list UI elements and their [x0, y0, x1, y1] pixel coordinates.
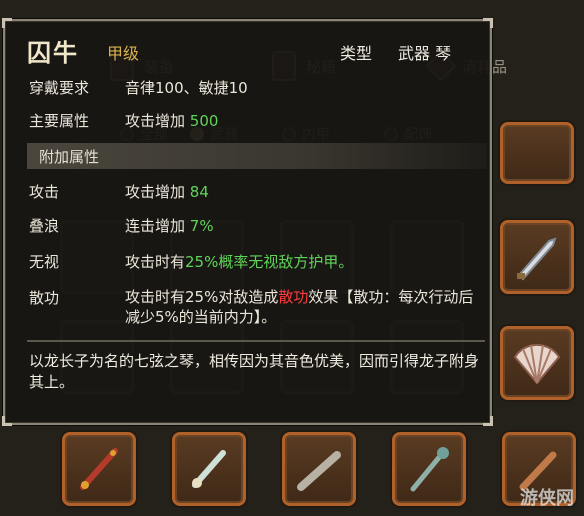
extra-attr-text: 连击增加	[125, 217, 186, 235]
sangong-label: 散功	[29, 289, 60, 307]
ignore-label: 无视	[29, 253, 60, 271]
extra-attr-header-label: 附加属性	[39, 148, 100, 166]
fan-icon	[513, 343, 561, 385]
main-attr-value: 500	[189, 112, 219, 130]
extra-attr-value: 7%	[189, 217, 214, 235]
extra-attr-value: 84	[189, 183, 209, 201]
item-slot-fan[interactable]	[500, 326, 574, 400]
corner-decoration	[2, 416, 12, 426]
requirement-label: 穿戴要求	[29, 79, 90, 97]
extra-attr: 连击增加 7%	[125, 215, 214, 236]
sangong-keyword: 散功	[278, 288, 309, 306]
item-slot-whip[interactable]	[62, 432, 136, 506]
staff-icon	[410, 447, 449, 492]
type-value: 武器 琴	[398, 44, 452, 63]
extra-attr-label: 叠浪	[29, 217, 60, 235]
extra-attr: 攻击增加 84	[125, 181, 209, 202]
extra-attr-label: 攻击	[29, 183, 60, 201]
item-slot-pipe[interactable]	[282, 432, 356, 506]
ignore-post: 概率无视敌方护甲。	[218, 253, 354, 271]
extra-attr-text: 攻击增加	[125, 183, 186, 201]
requirement-value: 音律100、敏捷10	[125, 79, 248, 97]
item-slot[interactable]	[500, 122, 574, 184]
flute-icon	[192, 450, 226, 488]
pipe-icon	[297, 451, 341, 491]
sangong-pre: 攻击时有25%对敌造成	[125, 288, 279, 306]
main-attr: 攻击增加 500	[125, 110, 218, 131]
ignore-effect: 攻击时有25%概率无视敌方护甲。	[125, 251, 353, 272]
ignore-value: 25%	[185, 253, 219, 271]
item-name: 囚牛	[27, 39, 79, 67]
main-attr-text: 攻击增加	[125, 112, 186, 130]
corner-decoration	[483, 18, 493, 28]
corner-decoration	[483, 416, 493, 426]
divider	[27, 340, 485, 342]
main-attr-label: 主要属性	[29, 112, 90, 130]
type-label: 类型	[340, 44, 373, 63]
corner-decoration	[2, 18, 12, 28]
saber-icon	[517, 237, 557, 281]
item-slot-staff[interactable]	[392, 432, 466, 506]
staff-red-icon	[80, 448, 118, 490]
watermark: 游侠网	[520, 488, 574, 509]
sangong-effect: 攻击时有25%对敌造成散功效果【散功：每次行动后减少5%的当前内力】。	[125, 287, 475, 327]
item-grade: 甲级	[107, 44, 140, 63]
item-slot-flute[interactable]	[172, 432, 246, 506]
ignore-pre: 攻击时有	[125, 253, 186, 271]
item-slot-saber[interactable]	[500, 220, 574, 294]
extra-attr-header: 附加属性	[27, 143, 487, 169]
item-description: 以龙长子为名的七弦之琴，相传因为其音色优美，因而引得龙子附身其上。	[29, 352, 480, 391]
item-tooltip: 囚牛 甲级 类型 武器 琴 穿戴要求 音律100、敏捷10 主要属性 攻击增加 …	[2, 18, 493, 426]
